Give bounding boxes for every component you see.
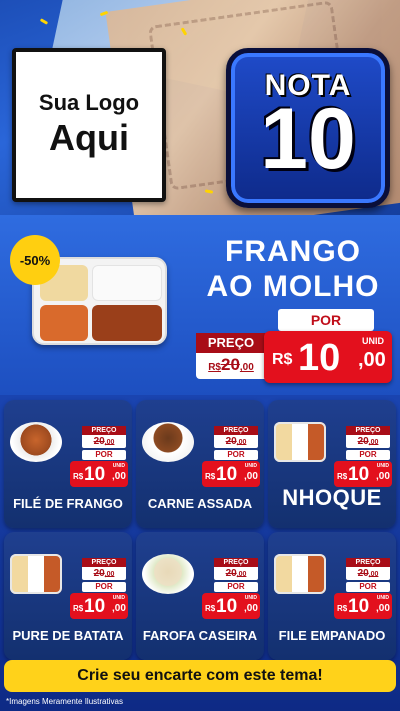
price-integer: 10: [84, 464, 106, 485]
price-integer: 10: [84, 596, 106, 617]
preco-label: PREÇO: [214, 426, 258, 435]
por-label: POR: [346, 582, 390, 592]
discount-badge: -50%: [10, 235, 60, 285]
price-cents: ,00: [112, 603, 126, 614]
product-image: [10, 422, 62, 462]
product-card: PREÇO 20,00 POR UNID R$ 10 ,00 FILÉ DE FRANGO: [4, 400, 132, 528]
confetti-decoration: [39, 18, 49, 25]
price-cents: ,00: [376, 471, 390, 482]
preco-label: PREÇO: [214, 558, 258, 567]
product-image: [142, 422, 194, 462]
old-price-box: PREÇO 20,00: [214, 426, 258, 448]
featured-offer: -50% FRANGO AO MOLHO POR PREÇO R$20,00 U…: [0, 215, 400, 395]
currency-symbol: R$: [205, 604, 216, 613]
old-price-box: PREÇO 20,00: [82, 426, 126, 448]
por-label: POR: [214, 582, 258, 592]
unit-label: UNID: [112, 463, 125, 469]
badge-number: 10: [260, 91, 356, 188]
unit-label: UNID: [112, 595, 125, 601]
price-cents: ,00: [376, 603, 390, 614]
price-cents: ,00: [112, 471, 126, 482]
por-label: POR: [278, 309, 374, 331]
old-price-box: PREÇO R$20,00: [196, 333, 266, 379]
old-price-box: PREÇO 20,00: [82, 558, 126, 580]
new-price-box: UNID R$ 10 ,00: [202, 593, 260, 619]
unit-label: UNID: [362, 336, 384, 346]
currency-symbol: R$: [73, 604, 84, 613]
price-integer: 10: [348, 596, 370, 617]
preco-label: PREÇO: [82, 558, 126, 567]
featured-title-line1: FRANGO: [225, 235, 361, 268]
new-price-box: UNID R$ 10 ,00: [202, 461, 260, 487]
por-label: POR: [346, 450, 390, 460]
por-label: POR: [82, 450, 126, 460]
product-name: FILÉ DE FRANGO: [13, 496, 123, 511]
product-image: [274, 422, 326, 462]
logo-text-line1: Sua Logo: [38, 90, 140, 116]
preco-label: PREÇO: [196, 333, 266, 353]
product-name: FILE EMPANADO: [278, 628, 386, 643]
unit-label: UNID: [244, 595, 257, 601]
preco-label: PREÇO: [346, 558, 390, 567]
new-price-box: UNID R$ 10 ,00: [334, 461, 392, 487]
old-price: R$20,00: [208, 355, 254, 374]
preco-label: PREÇO: [346, 426, 390, 435]
old-price: 20,00: [357, 568, 379, 579]
por-label: POR: [82, 582, 126, 592]
unit-label: UNID: [244, 463, 257, 469]
currency-symbol: R$: [73, 472, 84, 481]
logo-text-line2: Aqui: [49, 117, 129, 159]
product-name: PURE DE BATATA: [12, 628, 124, 643]
new-price-box: UNID R$ 10 ,00: [264, 331, 392, 383]
old-price: 20,00: [93, 568, 115, 579]
featured-title-line2: AO MOLHO: [206, 269, 380, 303]
header-banner: Sua Logo Aqui NOTA 10: [0, 0, 400, 215]
price-cents: ,00: [244, 471, 258, 482]
price-integer: 10: [298, 337, 341, 379]
price-cents: ,00: [244, 603, 258, 614]
old-price: 20,00: [357, 436, 379, 447]
por-label: POR: [214, 450, 258, 460]
product-image: [274, 554, 326, 594]
product-card: PREÇO 20,00 POR UNID R$ 10 ,00 FILE EMPANADO: [268, 532, 396, 660]
product-name: NHOQUE: [282, 485, 382, 510]
price-cents: ,00: [358, 349, 386, 371]
product-name: FAROFA CASEIRA: [142, 628, 258, 643]
old-price: 20,00: [225, 436, 247, 447]
price-integer: 10: [216, 596, 238, 617]
new-price-box: UNID R$ 10 ,00: [334, 593, 392, 619]
currency-symbol: R$: [272, 351, 293, 368]
featured-title: FRANGO AO MOLHO: [190, 235, 396, 304]
product-card: PREÇO 20,00 POR UNID R$ 10 ,00 FAROFA CASEIRA: [136, 532, 264, 660]
product-image: [142, 554, 194, 594]
new-price-box: UNID R$ 10 ,00: [70, 461, 128, 487]
logo-placeholder: Sua Logo Aqui: [12, 48, 166, 202]
product-image: [10, 554, 62, 594]
nota-10-badge: NOTA 10: [226, 48, 390, 208]
unit-label: UNID: [376, 595, 389, 601]
preco-label: PREÇO: [82, 426, 126, 435]
price-integer: 10: [348, 464, 370, 485]
old-price: 20,00: [225, 568, 247, 579]
product-card: PREÇO 20,00 POR UNID R$ 10 ,00 NHOQUE: [268, 400, 396, 528]
product-name: CARNE ASSADA: [147, 496, 253, 511]
product-card: PREÇO 20,00 POR UNID R$ 10 ,00 PURE DE BATATA: [4, 532, 132, 660]
disclaimer-text: *Imagens Meramente Ilustrativas: [6, 697, 123, 706]
old-price: 20,00: [93, 436, 115, 447]
old-price-box: PREÇO 20,00: [214, 558, 258, 580]
new-price-box: UNID R$ 10 ,00: [70, 593, 128, 619]
currency-symbol: R$: [337, 472, 348, 481]
currency-symbol: R$: [337, 604, 348, 613]
product-card: PREÇO 20,00 POR UNID R$ 10 ,00 CARNE ASSADA: [136, 400, 264, 528]
unit-label: UNID: [376, 463, 389, 469]
price-integer: 10: [216, 464, 238, 485]
old-price-box: PREÇO 20,00: [346, 558, 390, 580]
cta-banner[interactable]: Crie seu encarte com este tema!: [4, 660, 396, 692]
old-price-box: PREÇO 20,00: [346, 426, 390, 448]
currency-symbol: R$: [205, 472, 216, 481]
